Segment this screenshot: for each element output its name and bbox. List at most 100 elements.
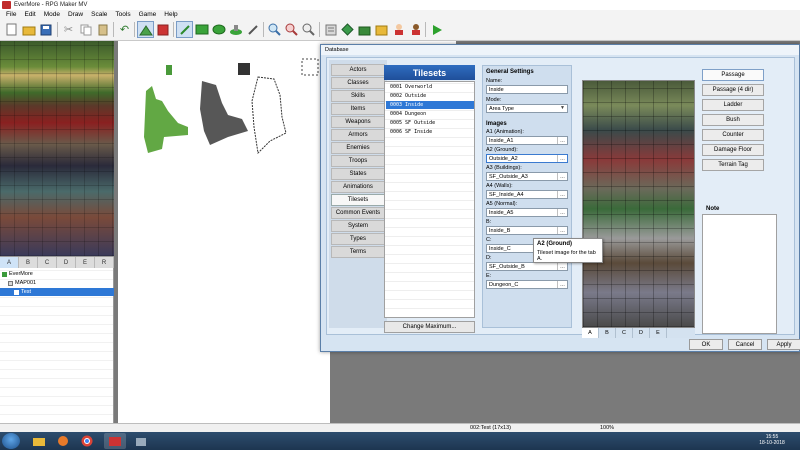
chrome-icon[interactable] [76, 433, 98, 449]
nav-terms[interactable]: Terms [331, 246, 385, 258]
name-field[interactable]: Inside [486, 85, 568, 94]
nav-tilesets[interactable]: Tilesets [331, 194, 385, 206]
plugin-manager-icon[interactable] [339, 21, 356, 38]
browse-icon[interactable]: … [557, 155, 567, 162]
tile-tab-d[interactable]: D [57, 256, 76, 269]
nav-weapons[interactable]: Weapons [331, 116, 385, 128]
rpg-maker-taskbar-icon[interactable] [104, 433, 126, 449]
preview-tab-c[interactable]: C [616, 328, 633, 338]
mode-select[interactable]: Area Type ▼ [486, 104, 568, 113]
tileset-item[interactable]: 0001 Overworld [386, 83, 474, 91]
nav-animations[interactable]: Animations [331, 181, 385, 193]
image-field-d[interactable]: SF_Outside_B… [486, 262, 568, 271]
passage-button[interactable]: Passage [702, 69, 764, 81]
note-textarea[interactable] [702, 214, 777, 334]
nav-common-events[interactable]: Common Events [331, 207, 385, 219]
menu-mode[interactable]: Mode [44, 11, 60, 18]
image-field-a5[interactable]: Inside_A5… [486, 208, 568, 217]
tile-tab-b[interactable]: B [19, 256, 38, 269]
tile-tab-r[interactable]: R [95, 256, 114, 269]
image-field-a4[interactable]: SF_Inside_A4… [486, 190, 568, 199]
undo-icon[interactable]: ↶ [116, 21, 133, 38]
nav-actors[interactable]: Actors [331, 64, 385, 76]
ellipse-icon[interactable] [210, 21, 227, 38]
terrain-tag-button[interactable]: Terrain Tag [702, 159, 764, 171]
nav-types[interactable]: Types [331, 233, 385, 245]
browse-icon[interactable]: … [557, 227, 567, 234]
tileset-item[interactable]: 0005 SF Outside [386, 119, 474, 127]
nav-system[interactable]: System [331, 220, 385, 232]
event-mode-icon[interactable] [154, 21, 171, 38]
preview-tab-a[interactable]: A [582, 328, 599, 338]
nav-skills[interactable]: Skills [331, 90, 385, 102]
counter-button[interactable]: Counter [702, 129, 764, 141]
nav-states[interactable]: States [331, 168, 385, 180]
map-mode-icon[interactable] [137, 21, 154, 38]
image-field-a2[interactable]: Outside_A2… [486, 154, 568, 163]
browse-icon[interactable]: … [557, 281, 567, 288]
new-icon[interactable] [3, 21, 20, 38]
ok-button[interactable]: OK [689, 339, 723, 350]
tree-project[interactable]: EverMore [2, 270, 33, 278]
nav-items[interactable]: Items [331, 103, 385, 115]
playtest-icon[interactable] [428, 21, 445, 38]
preview-tab-d[interactable]: D [633, 328, 650, 338]
shadow-pen-icon[interactable] [244, 21, 261, 38]
menu-tools[interactable]: Tools [115, 11, 130, 18]
browse-icon[interactable]: … [557, 137, 567, 144]
zoom-in-icon[interactable] [266, 21, 283, 38]
change-maximum-button[interactable]: Change Maximum... [384, 321, 475, 333]
sound-test-icon[interactable] [356, 21, 373, 38]
passage-4dir-button[interactable]: Passage (4 dir) [702, 84, 764, 96]
image-field-a3[interactable]: SF_Outside_A3… [486, 172, 568, 181]
tileset-item[interactable]: 0002 Outside [386, 92, 474, 100]
menu-file[interactable]: File [6, 11, 16, 18]
tree-map-001[interactable]: MAP001 [8, 279, 36, 287]
pencil-icon[interactable] [176, 21, 193, 38]
preview-tab-e[interactable]: E [650, 328, 667, 338]
ladder-button[interactable]: Ladder [702, 99, 764, 111]
nav-enemies[interactable]: Enemies [331, 142, 385, 154]
cancel-button[interactable]: Cancel [728, 339, 762, 350]
apply-button[interactable]: Apply [767, 339, 800, 350]
image-field-a1[interactable]: Inside_A1… [486, 136, 568, 145]
app-taskbar-icon[interactable] [130, 433, 152, 449]
media-player-icon[interactable] [52, 433, 74, 449]
event-searcher-icon[interactable] [373, 21, 390, 38]
browse-icon[interactable]: … [557, 209, 567, 216]
copy-icon[interactable] [77, 21, 94, 38]
tile-palette[interactable] [0, 41, 114, 256]
browse-icon[interactable]: … [557, 173, 567, 180]
image-field-b[interactable]: Inside_B… [486, 226, 568, 235]
browse-icon[interactable]: … [557, 191, 567, 198]
map-canvas[interactable] [118, 41, 330, 432]
tree-map-test[interactable]: Test [0, 288, 114, 296]
tile-tab-e[interactable]: E [76, 256, 95, 269]
tileset-list[interactable]: 0001 Overworld 0002 Outside 0003 Inside … [384, 81, 475, 318]
nav-armors[interactable]: Armors [331, 129, 385, 141]
tileset-item[interactable]: 0004 Dungeon [386, 110, 474, 118]
character-generator-icon[interactable] [390, 21, 407, 38]
paste-icon[interactable] [94, 21, 111, 38]
image-field-e[interactable]: Dungeon_C… [486, 280, 568, 289]
menu-scale[interactable]: Scale [91, 11, 107, 18]
save-icon[interactable] [37, 21, 54, 38]
tileset-item[interactable]: 0006 SF Inside [386, 128, 474, 136]
tile-tab-c[interactable]: C [38, 256, 57, 269]
tileset-item-selected[interactable]: 0003 Inside [386, 101, 474, 109]
taskbar-clock[interactable]: 15:55 18-10-2018 [752, 434, 792, 446]
browse-icon[interactable]: … [557, 263, 567, 270]
cut-icon[interactable]: ✂ [60, 21, 77, 38]
menu-game[interactable]: Game [139, 11, 157, 18]
zoom-out-icon[interactable] [283, 21, 300, 38]
fill-icon[interactable] [227, 21, 244, 38]
tile-tab-a[interactable]: A [0, 256, 19, 269]
menu-help[interactable]: Help [164, 11, 177, 18]
damage-floor-button[interactable]: Damage Floor [702, 144, 764, 156]
tileset-preview[interactable] [582, 80, 695, 328]
open-icon[interactable] [20, 21, 37, 38]
start-button[interactable] [2, 433, 20, 449]
rectangle-icon[interactable] [193, 21, 210, 38]
preview-tab-b[interactable]: B [599, 328, 616, 338]
menu-edit[interactable]: Edit [24, 11, 35, 18]
